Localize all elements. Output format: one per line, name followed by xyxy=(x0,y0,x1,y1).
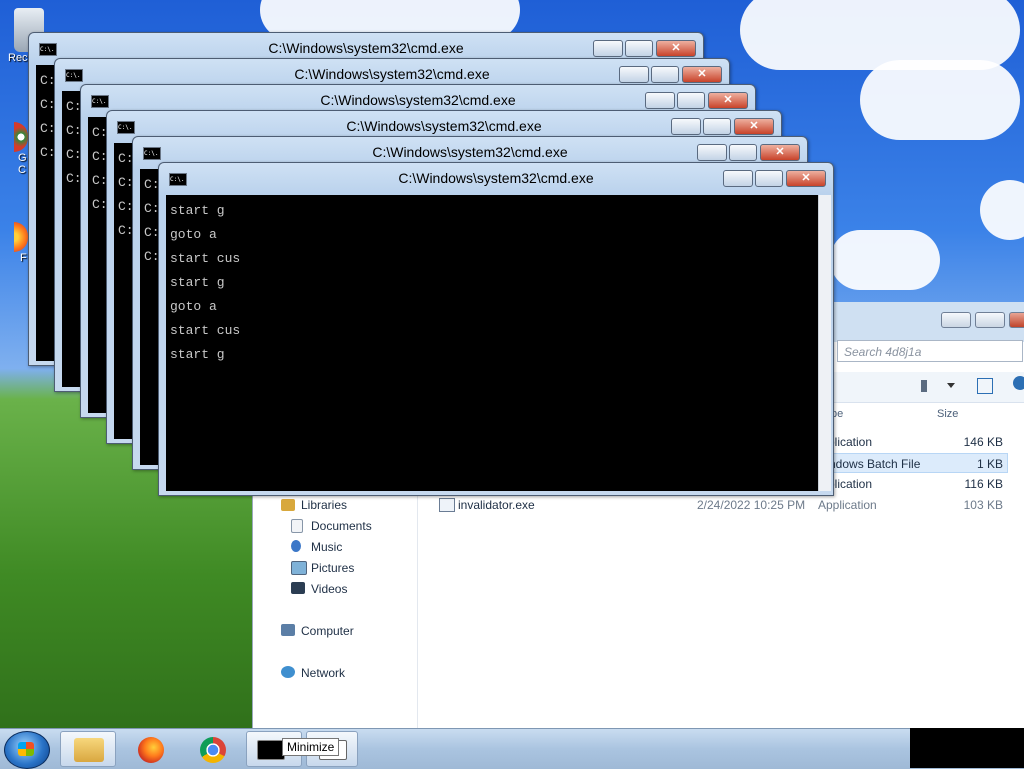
explorer-minimize-button[interactable] xyxy=(941,312,971,328)
minimize-button[interactable] xyxy=(593,40,623,57)
file-size: 103 KB xyxy=(963,498,1003,512)
file-date: 2/24/2022 10:25 PM xyxy=(697,498,806,512)
computer-icon xyxy=(281,624,295,636)
desktop-icon-label: G C xyxy=(18,152,27,176)
desktop-icon-chrome[interactable]: G C xyxy=(14,122,28,176)
console-line: goto a xyxy=(170,227,217,242)
help-icon[interactable] xyxy=(1013,376,1024,390)
file-type: ndows Batch File xyxy=(829,457,921,471)
file-name: invalidator.exe xyxy=(458,498,535,512)
videos-icon xyxy=(291,582,305,594)
system-tray xyxy=(910,728,1024,768)
console-line: start g xyxy=(170,203,225,218)
chrome-shortcut-icon xyxy=(14,122,28,152)
nav-item-music[interactable]: Music xyxy=(291,540,342,554)
minimize-button[interactable] xyxy=(645,92,675,109)
file-size: 1 KB xyxy=(976,457,1003,471)
file-size: 146 KB xyxy=(963,435,1003,449)
column-header-size[interactable]: Size xyxy=(937,408,958,420)
console-line: start g xyxy=(170,275,225,290)
file-type: plication xyxy=(828,435,873,449)
chrome-icon xyxy=(200,737,226,763)
file-row[interactable]: invalidator.exe 2/24/2022 10:25 PM Appli… xyxy=(437,495,1003,515)
close-button[interactable]: ✕ xyxy=(708,92,748,109)
search-input[interactable]: Search 4d8j1a xyxy=(837,340,1023,362)
nav-item-videos[interactable]: Videos xyxy=(291,582,347,596)
file-size: 116 KB xyxy=(964,477,1003,491)
minimize-button[interactable] xyxy=(723,170,753,187)
maximize-button[interactable] xyxy=(625,40,653,57)
file-row[interactable]: ndows Batch File 1 KB xyxy=(828,453,1008,473)
minimize-button[interactable] xyxy=(671,118,701,135)
nav-item-network[interactable]: Network xyxy=(281,666,345,680)
console-line: start cus xyxy=(170,251,241,266)
console-output[interactable]: start g goto a start cus start g goto a start… xyxy=(166,195,818,491)
maximize-button[interactable] xyxy=(677,92,705,109)
maximize-button[interactable] xyxy=(651,66,679,83)
taskbar xyxy=(0,728,1024,769)
nav-item-pictures[interactable]: Pictures xyxy=(291,561,354,575)
chrome-taskbar-button[interactable] xyxy=(184,731,240,767)
console-line: start cus xyxy=(170,323,241,338)
pictures-icon xyxy=(291,561,307,575)
firefox-shortcut-icon xyxy=(14,222,28,252)
file-type: plication xyxy=(828,477,873,491)
close-button[interactable]: ✕ xyxy=(656,40,696,57)
minimize-tooltip: Minimize xyxy=(282,738,340,756)
desktop-icon-firefox[interactable]: F xyxy=(14,222,28,264)
console-line: start g xyxy=(170,347,225,362)
explorer-maximize-button[interactable] xyxy=(975,312,1005,328)
nav-item-documents[interactable]: Documents xyxy=(291,519,372,533)
close-button[interactable]: ✕ xyxy=(734,118,774,135)
preview-pane-icon[interactable] xyxy=(977,378,993,394)
nav-item-computer[interactable]: Computer xyxy=(281,624,354,638)
cloud xyxy=(980,180,1024,240)
maximize-button[interactable] xyxy=(729,144,757,161)
close-button[interactable]: ✕ xyxy=(760,144,800,161)
file-type: Application xyxy=(818,498,877,512)
cloud xyxy=(860,60,1020,140)
exe-file-icon xyxy=(439,498,455,512)
close-button[interactable]: ✕ xyxy=(786,170,826,187)
windows-logo-icon xyxy=(18,742,34,756)
nav-item-libraries[interactable]: Libraries xyxy=(281,498,347,512)
console-line: goto a xyxy=(170,299,217,314)
maximize-button[interactable] xyxy=(755,170,783,187)
chevron-down-icon[interactable] xyxy=(947,383,955,392)
cloud xyxy=(830,230,940,290)
firefox-icon xyxy=(138,737,164,763)
libraries-icon xyxy=(281,499,295,511)
file-row[interactable]: plication 146 KB xyxy=(828,432,1003,452)
desktop-icon-label: F xyxy=(20,252,27,264)
view-options-icon[interactable] xyxy=(921,380,943,392)
cmd-window[interactable]: C:\. C:\Windows\system32\cmd.exe ✕ start gg… xyxy=(158,162,834,496)
network-icon xyxy=(281,666,295,678)
firefox-taskbar-button[interactable] xyxy=(122,731,178,767)
vertical-scrollbar[interactable] xyxy=(818,195,831,491)
start-button[interactable] xyxy=(4,731,50,769)
close-button[interactable]: ✕ xyxy=(682,66,722,83)
file-row[interactable]: plication 116 KB xyxy=(828,474,1003,494)
music-icon xyxy=(291,540,301,552)
documents-icon xyxy=(291,519,303,533)
minimize-button[interactable] xyxy=(697,144,727,161)
minimize-button[interactable] xyxy=(619,66,649,83)
maximize-button[interactable] xyxy=(703,118,731,135)
folder-icon xyxy=(74,738,104,762)
explorer-close-button[interactable] xyxy=(1009,312,1024,328)
cmd-icon xyxy=(257,740,285,760)
explorer-taskbar-button[interactable] xyxy=(60,731,116,767)
